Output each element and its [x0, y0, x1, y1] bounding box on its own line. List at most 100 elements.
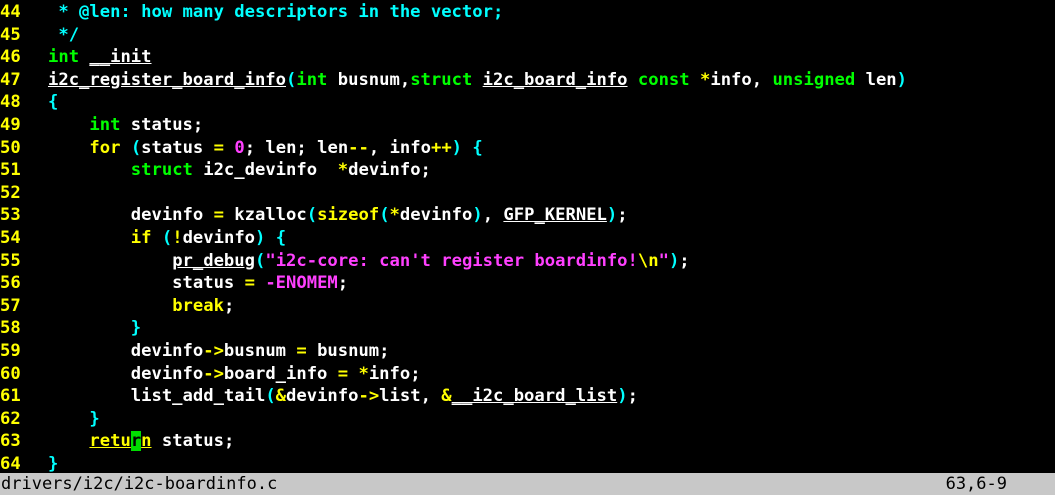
- code-line[interactable]: 63 return status;: [0, 430, 1055, 453]
- line-number: 45: [0, 24, 21, 45]
- line-number: 46: [0, 47, 21, 68]
- code-token: */: [48, 24, 80, 45]
- code-token: }: [89, 408, 100, 429]
- line-number: 59: [0, 340, 21, 361]
- code-line[interactable]: 49 int status;: [0, 114, 1055, 137]
- code-token: busnum,: [327, 69, 411, 90]
- line-number: 52: [0, 182, 21, 203]
- code-token: (: [254, 250, 266, 271]
- code-line[interactable]: 59 devinfo->busnum = busnum;: [0, 340, 1055, 363]
- code-token: *: [337, 160, 349, 181]
- code-token: devinfo: [399, 205, 473, 226]
- code-token: }: [130, 318, 142, 339]
- code-token: =: [213, 137, 224, 158]
- code-token: --: [348, 137, 369, 158]
- code-token: =: [213, 205, 224, 226]
- code-line[interactable]: 45 */: [0, 24, 1055, 47]
- code-token: devinfo: [48, 340, 204, 361]
- code-token: info,: [710, 69, 773, 90]
- code-token: \n: [637, 250, 659, 271]
- text-cursor: r: [130, 431, 142, 452]
- code-token: {: [48, 92, 59, 113]
- code-line[interactable]: 53 devinfo = kzalloc(sizeof(*devinfo), G…: [0, 204, 1055, 227]
- code-line[interactable]: 51 struct i2c_devinfo *devinfo;: [0, 159, 1055, 182]
- line-number: 55: [0, 250, 21, 271]
- line-number: 53: [0, 205, 21, 226]
- code-token: {: [472, 137, 483, 158]
- code-line[interactable]: 61 list_add_tail(&devinfo->list, &__i2c_…: [0, 385, 1055, 408]
- code-token: __i2c_board_list: [451, 386, 618, 407]
- code-line[interactable]: 52: [0, 182, 1055, 205]
- code-token: devinfo: [48, 363, 204, 384]
- code-line[interactable]: 54 if (!devinfo) {: [0, 227, 1055, 250]
- code-editor[interactable]: 44 * @len: how many descriptors in the v…: [0, 0, 1055, 495]
- code-token: pr_debug: [172, 250, 255, 271]
- line-number: 49: [0, 114, 21, 135]
- code-token: ;: [337, 273, 349, 294]
- code-token: unsigned: [772, 69, 856, 90]
- code-token: devinfo: [48, 205, 214, 226]
- code-token: ): [617, 386, 628, 407]
- code-token: ): [255, 227, 266, 248]
- code-token: struct: [130, 160, 193, 181]
- line-number: 58: [0, 318, 21, 339]
- code-token: sizeof: [317, 205, 380, 226]
- line-number: 54: [0, 227, 21, 248]
- code-token: len: [855, 69, 897, 90]
- line-number: 63: [0, 431, 21, 452]
- code-token: status;: [120, 114, 204, 135]
- line-number: 51: [0, 160, 21, 181]
- line-number: 57: [0, 295, 21, 316]
- cursor-position: 63,6-9: [945, 474, 1007, 494]
- code-token: ": [658, 250, 669, 271]
- code-token: "i2c-core: can't register boardinfo!: [265, 250, 638, 271]
- code-line[interactable]: 46 int __init: [0, 46, 1055, 69]
- code-token: !: [172, 227, 183, 248]
- code-token: n: [141, 431, 152, 452]
- code-line[interactable]: 55 pr_debug("i2c-core: can't register bo…: [0, 250, 1055, 273]
- code-line[interactable]: 44 * @len: how many descriptors in the v…: [0, 1, 1055, 24]
- code-line[interactable]: 60 devinfo->board_info = *info;: [0, 363, 1055, 386]
- line-number: 60: [0, 363, 21, 384]
- code-line[interactable]: 62 }: [0, 408, 1055, 431]
- code-line[interactable]: 50 for (status = 0; len; len--, info++) …: [0, 137, 1055, 160]
- code-token: i2c_register_board_info: [48, 69, 286, 90]
- code-token: int: [296, 69, 328, 90]
- code-line[interactable]: 56 status = -ENOMEM;: [0, 272, 1055, 295]
- code-line[interactable]: 47 i2c_register_board_info(int busnum,str…: [0, 69, 1055, 92]
- code-line[interactable]: 57 break;: [0, 295, 1055, 318]
- line-number: 48: [0, 92, 21, 113]
- code-token: =: [244, 273, 255, 294]
- code-token: list_add_tail: [48, 386, 266, 407]
- code-token: ): [896, 69, 908, 90]
- code-token: if: [130, 227, 152, 248]
- code-token: i2c_devinfo: [192, 160, 338, 181]
- code-lines[interactable]: 44 * @len: how many descriptors in the v…: [0, 0, 1055, 475]
- status-bar: drivers/i2c/i2c-boardinfo.c 63,6-9: [0, 473, 1055, 495]
- code-token: retu: [89, 431, 131, 452]
- code-token: ): [451, 137, 463, 158]
- code-token: =: [296, 340, 307, 361]
- code-token: break: [172, 295, 224, 316]
- code-token: 0: [234, 137, 245, 158]
- line-number: 61: [0, 386, 21, 407]
- code-line[interactable]: 58 }: [0, 317, 1055, 340]
- code-token: ,: [482, 205, 504, 226]
- code-token: (: [265, 386, 276, 407]
- code-token: status: [48, 273, 245, 294]
- code-line[interactable]: 48 {: [0, 91, 1055, 114]
- code-token: ): [606, 205, 618, 226]
- code-token: for: [89, 137, 121, 158]
- code-token: devinfo: [182, 227, 256, 248]
